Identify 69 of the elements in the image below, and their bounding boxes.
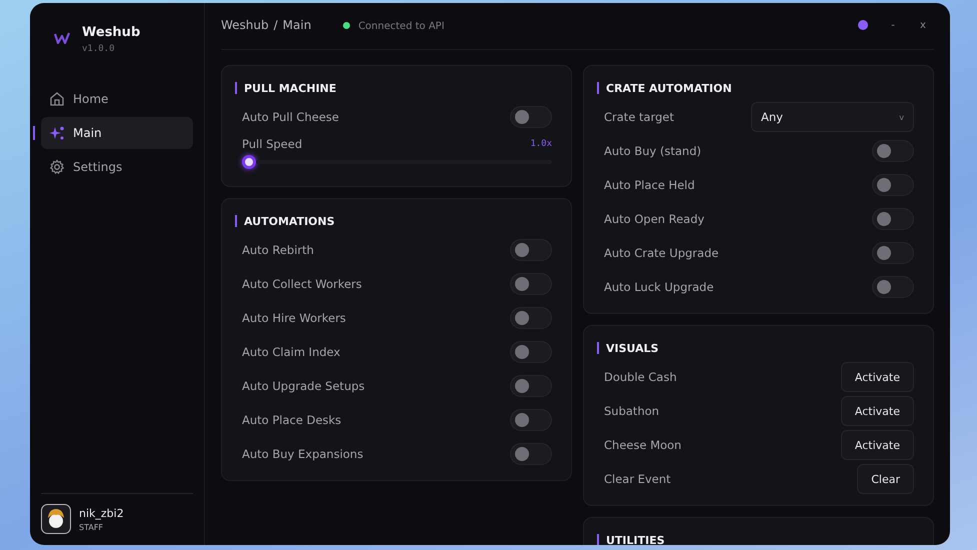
setting-label: Auto Rebirth: [242, 243, 314, 257]
toggle-switch[interactable]: [510, 106, 552, 128]
section-title: CRATE AUTOMATION: [606, 82, 732, 94]
slider-reading: 1.0x: [530, 139, 552, 149]
avatar-icon: [41, 504, 71, 534]
setting-label: Crate target: [604, 110, 674, 124]
setting-label: Clear Event: [604, 472, 671, 486]
close-button[interactable]: x: [912, 20, 934, 30]
logo-icon: [54, 32, 70, 44]
toggle-switch[interactable]: [872, 276, 914, 298]
action-button[interactable]: Clear: [857, 464, 914, 494]
dropdown[interactable]: Any v: [751, 102, 914, 132]
setting-label: Auto Collect Workers: [242, 277, 362, 291]
action-button[interactable]: Activate: [840, 362, 914, 392]
setting-label: Auto Upgrade Setups: [242, 379, 365, 393]
sparkle-icon: [49, 125, 65, 141]
section-title: UTILITIES: [606, 534, 665, 545]
toggle-switch[interactable]: [510, 307, 552, 329]
action-button[interactable]: Activate: [840, 430, 914, 460]
app-name: Weshub: [82, 25, 140, 40]
accent-dot-button[interactable]: [858, 20, 868, 30]
toggle-switch[interactable]: [510, 375, 552, 397]
toggle-switch[interactable]: [872, 208, 914, 230]
toggle-switch[interactable]: [872, 174, 914, 196]
setting-label: Cheese Moon: [604, 438, 682, 452]
setting-label: Double Cash: [604, 370, 677, 384]
slider-thumb[interactable]: [242, 155, 256, 169]
toggle-switch[interactable]: [510, 443, 552, 465]
setting-label: Auto Hire Workers: [242, 311, 346, 325]
user-role: STAFF: [79, 522, 104, 532]
section-title: AUTOMATIONS: [244, 214, 335, 228]
connection-status: Connected to API: [358, 20, 444, 32]
setting-label: Auto Luck Upgrade: [604, 280, 714, 294]
sidebar-item[interactable]: Main: [41, 117, 193, 149]
setting-label: Auto Buy (stand): [604, 144, 702, 158]
breadcrumb-separator: /: [274, 18, 278, 32]
title-accent-bar: [597, 82, 599, 94]
setting-label: Subathon: [604, 404, 660, 418]
setting-label: Auto Pull Cheese: [242, 110, 339, 124]
app-version: v1.0.0: [82, 44, 116, 54]
toggle-switch[interactable]: [872, 242, 914, 264]
user-name: nik_zbi2: [79, 506, 124, 520]
sidebar-item[interactable]: Settings: [41, 151, 193, 183]
toggle-switch[interactable]: [872, 140, 914, 162]
setting-label: Auto Crate Upgrade: [604, 246, 719, 260]
section-title: PULL MACHINE: [244, 82, 336, 94]
setting-label: Auto Buy Expansions: [242, 447, 364, 461]
setting-label: Auto Place Desks: [242, 413, 342, 427]
breadcrumb-item[interactable]: Weshub: [221, 18, 269, 32]
title-accent-bar: [597, 342, 599, 354]
setting-label: Auto Claim Index: [242, 345, 340, 359]
active-indicator: [33, 126, 35, 140]
settings-icon: [49, 159, 65, 175]
action-button[interactable]: Activate: [840, 396, 914, 426]
home-icon: [49, 91, 65, 107]
sidebar-item[interactable]: Home: [41, 83, 193, 115]
setting-label: Auto Place Held: [604, 178, 695, 192]
setting-label: Auto Open Ready: [604, 212, 704, 226]
toggle-switch[interactable]: [510, 273, 552, 295]
title-accent-bar: [235, 215, 237, 227]
title-accent-bar: [235, 82, 237, 94]
minimize-button[interactable]: -: [882, 20, 904, 30]
toggle-switch[interactable]: [510, 239, 552, 261]
section-title: VISUALS: [606, 342, 659, 354]
toggle-switch[interactable]: [510, 341, 552, 363]
title-accent-bar: [597, 534, 599, 545]
breadcrumb-item[interactable]: Main: [282, 18, 312, 32]
toggle-switch[interactable]: [510, 409, 552, 431]
setting-label: Pull Speed: [242, 137, 302, 151]
